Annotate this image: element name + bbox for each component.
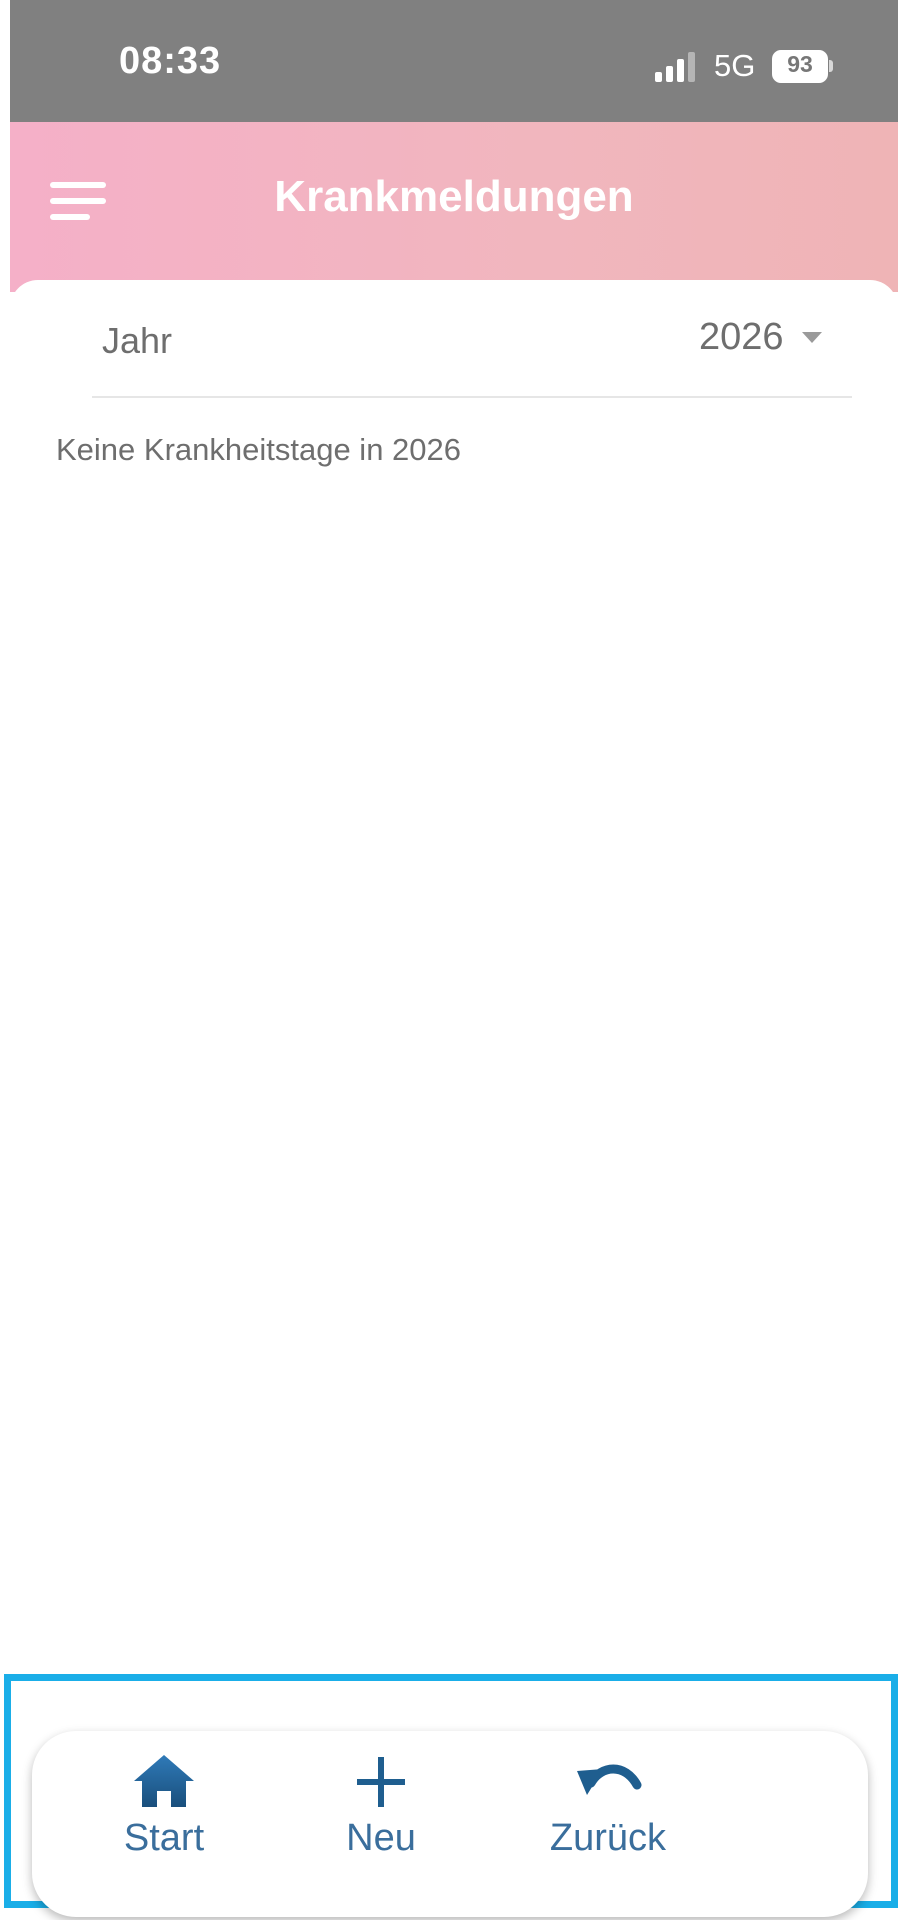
year-label: Jahr bbox=[102, 320, 173, 361]
year-value: 2026 bbox=[699, 316, 784, 358]
empty-state-message: Keine Krankheitstage in 2026 bbox=[56, 432, 462, 467]
left-edge bbox=[0, 0, 10, 1920]
content-card: Jahr 2026 Keine Krankheitstage in 2026 bbox=[10, 280, 898, 1670]
nav-start-button[interactable]: Start bbox=[94, 1753, 234, 1893]
nav-new-button[interactable]: Neu bbox=[311, 1753, 451, 1893]
undo-arrow-icon bbox=[577, 1764, 642, 1795]
cellular-signal-icon bbox=[655, 52, 695, 82]
nav-start-label: Start bbox=[123, 1817, 205, 1859]
nav-new-label: Neu bbox=[346, 1817, 416, 1859]
nav-back-button[interactable]: Zurück bbox=[518, 1753, 698, 1893]
home-icon bbox=[134, 1755, 194, 1807]
status-time: 08:33 bbox=[119, 40, 222, 82]
plus-icon bbox=[357, 1757, 405, 1807]
battery-level: 93 bbox=[787, 51, 813, 77]
nav-back-label: Zurück bbox=[549, 1817, 667, 1859]
year-filter-row: Jahr 2026 bbox=[92, 316, 852, 398]
battery-icon: 93 bbox=[772, 50, 833, 83]
bottom-navigation: Start Neu Zurück bbox=[32, 1731, 868, 1917]
network-label: 5G bbox=[714, 48, 756, 83]
year-select[interactable]: 2026 bbox=[699, 316, 822, 376]
chevron-down-icon bbox=[802, 332, 822, 343]
page-title: Krankmeldungen bbox=[274, 172, 634, 221]
status-bar: 08:33 5G 93 bbox=[10, 0, 898, 122]
app-header: Krankmeldungen bbox=[10, 122, 898, 292]
